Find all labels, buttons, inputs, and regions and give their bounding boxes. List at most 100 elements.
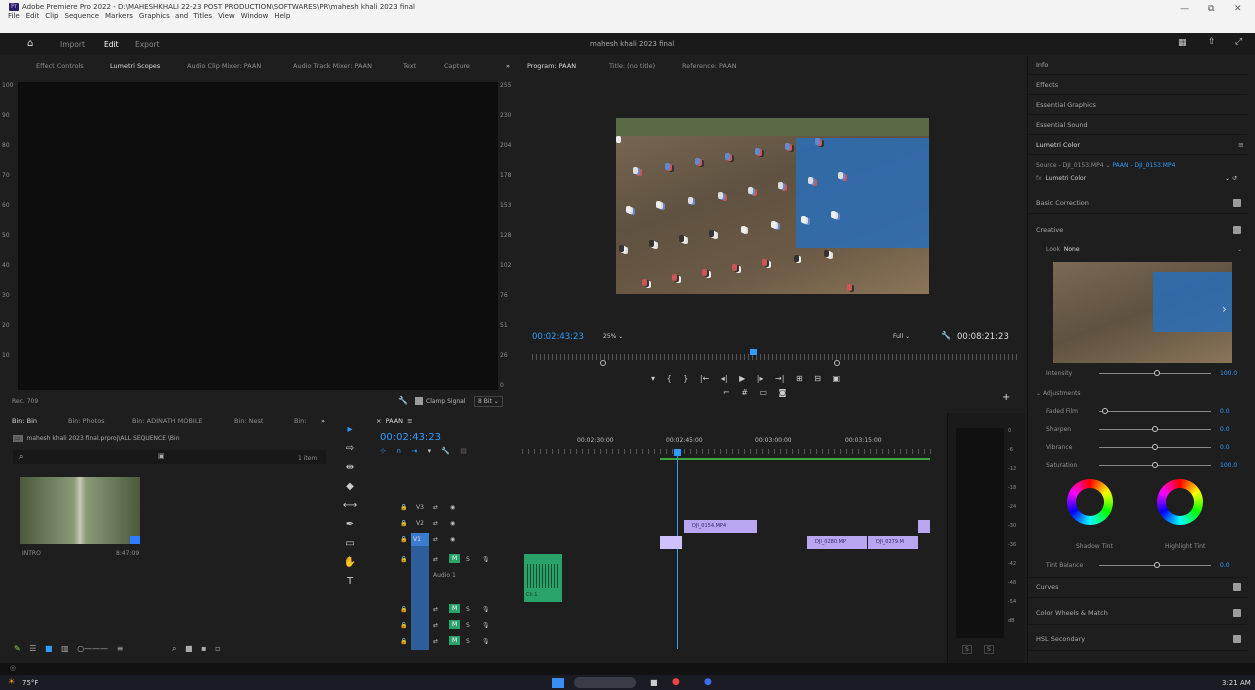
tab-bin-nest[interactable]: Bin: Nest (234, 417, 263, 425)
weather-temp[interactable]: 75°F (22, 679, 38, 687)
timeline-playhead-line[interactable] (677, 449, 678, 649)
task-view-icon[interactable]: ■ (650, 678, 658, 687)
basic-correction-checkbox[interactable] (1233, 199, 1241, 207)
new-bin-icon[interactable]: ▣ (158, 452, 165, 460)
insert-icon[interactable]: ⇥ (411, 447, 417, 455)
captions-icon[interactable]: ▤ (460, 447, 467, 455)
hsl-secondary-checkbox[interactable] (1233, 635, 1241, 643)
adj-knob-1[interactable] (1152, 426, 1158, 432)
adjustments-toggle[interactable]: ⌄ Adjustments (1036, 390, 1081, 397)
hand-tool-icon[interactable]: ✋ (342, 553, 358, 572)
more-bins-icon[interactable]: » (321, 417, 325, 425)
mic-icon[interactable]: 🎙 (482, 606, 490, 613)
sync-icon[interactable]: ⇄ (433, 536, 438, 543)
rectangle-tool-icon[interactable]: ▭ (342, 534, 358, 553)
timeline-playhead[interactable] (674, 449, 681, 456)
add-marker-icon[interactable]: ▾ (651, 374, 655, 383)
home-icon[interactable]: ⌂ (27, 38, 33, 49)
timeline-tab[interactable]: × PAAN ≡ (376, 417, 413, 425)
mic-icon[interactable]: 🎙 (482, 622, 490, 629)
adj-knob-3[interactable] (1152, 462, 1158, 468)
tint-balance-knob[interactable] (1154, 562, 1160, 568)
step-back-icon[interactable]: ◂| (721, 374, 728, 383)
intro-clip-thumbnail[interactable] (20, 477, 140, 544)
more-panels-icon[interactable]: » (506, 62, 510, 70)
trim-icon[interactable]: ⌐ (723, 388, 730, 397)
clip-v2-end[interactable] (918, 520, 930, 533)
adj-value-3[interactable]: 100.0 (1220, 462, 1237, 469)
go-to-out-icon[interactable]: →| (775, 374, 784, 383)
tab-effect-controls[interactable]: Effect Controls (36, 62, 84, 70)
quality-select[interactable]: Full ⌄ (893, 333, 910, 340)
extract-icon[interactable]: ⊟ (814, 374, 821, 383)
camera-icon[interactable]: ◙ (779, 388, 787, 397)
pen-tool-icon[interactable]: ✒ (342, 515, 358, 534)
maximize-icon[interactable]: ⧉ (1208, 4, 1214, 14)
panel-essential-sound[interactable]: Essential Sound (1029, 116, 1247, 135)
sync-icon[interactable]: ⇄ (433, 622, 438, 629)
mark-out-icon[interactable]: } (683, 374, 688, 383)
menu-item-file[interactable]: File (8, 12, 20, 20)
bit-depth-select[interactable]: 8 Bit ⌄ (474, 396, 503, 407)
tab-reference[interactable]: Reference: PAAN (682, 62, 736, 70)
zoom-slider-icon[interactable]: ○——— (77, 644, 108, 653)
nav-export[interactable]: Export (135, 40, 160, 49)
fullscreen-icon[interactable]: ⤢ (1235, 37, 1242, 47)
intensity-knob[interactable] (1154, 370, 1160, 376)
export-frame-icon[interactable]: ▣ (832, 374, 840, 383)
add-button-icon[interactable]: + (1002, 392, 1010, 403)
intro-clip-name[interactable]: INTRO (22, 550, 41, 557)
color-wheels-checkbox[interactable] (1233, 609, 1241, 617)
go-to-in-icon[interactable]: |← (700, 374, 709, 383)
menu-item-view[interactable]: View (218, 12, 235, 20)
look-select[interactable]: Look None ⌄ (1046, 246, 1242, 253)
tab-bin-photos[interactable]: Bin: Photos (68, 417, 105, 425)
step-forward-icon[interactable]: |▸ (757, 374, 764, 383)
highlight-tint-wheel[interactable] (1157, 479, 1203, 525)
adj-value-2[interactable]: 0.0 (1220, 444, 1230, 451)
eye-icon[interactable]: ◉ (450, 504, 455, 511)
lock-icon[interactable]: 🔒 (400, 638, 407, 645)
section-curves[interactable]: Curves (1029, 577, 1247, 598)
lock-icon[interactable]: 🔒 (400, 536, 407, 543)
nav-import[interactable]: Import (60, 40, 85, 49)
linked-icon[interactable]: ∩ (396, 447, 401, 455)
marker-icon[interactable]: ▾ (428, 447, 432, 455)
list-view-icon[interactable]: ☰ (29, 644, 36, 653)
settings-wrench-icon[interactable]: 🔧 (941, 331, 951, 340)
solo-button[interactable]: S (466, 556, 470, 563)
freeform-view-icon[interactable]: ▥ (61, 644, 69, 653)
mute-button[interactable]: M (449, 636, 461, 645)
clip-v1-dji0280[interactable]: DJI_0280.MP (807, 536, 867, 549)
panel-essential-graphics[interactable]: Essential Graphics (1029, 96, 1247, 115)
program-ruler[interactable] (532, 354, 1020, 360)
audio-clip-a1[interactable]: Ch 1 (524, 554, 562, 602)
mark-in-icon[interactable]: { (667, 374, 672, 383)
curves-checkbox[interactable] (1233, 583, 1241, 591)
share-icon[interactable]: ⇧ (1208, 37, 1216, 47)
timeline-settings-icon[interactable]: 🔧 (441, 447, 450, 455)
lock-icon[interactable]: 🔒 (400, 520, 407, 527)
close-icon[interactable]: ✕ (1234, 4, 1242, 14)
panel-effects[interactable]: Effects (1029, 76, 1247, 95)
solo-right-button[interactable]: S (984, 645, 994, 654)
panel-menu-icon[interactable]: ≡ (1238, 141, 1244, 149)
play-icon[interactable]: ▶ (739, 374, 745, 383)
new-bin-footer-icon[interactable]: ■ (185, 644, 193, 653)
tab-capture[interactable]: Capture (444, 62, 470, 70)
eye-icon[interactable]: ◉ (450, 520, 455, 527)
tab-bin-bin[interactable]: Bin: Bin (12, 417, 37, 425)
shadow-tint-wheel[interactable] (1067, 479, 1113, 525)
track-select-tool-icon[interactable]: ⇨ (342, 439, 358, 458)
menu-item-window[interactable]: Window (241, 12, 269, 20)
track-label-v3[interactable]: V3 (416, 504, 424, 511)
workspaces-icon[interactable]: ▦ (1178, 38, 1187, 48)
wrench-icon[interactable]: 🔧 (398, 396, 408, 405)
app-icon-2[interactable]: ● (704, 677, 712, 687)
snap-icon[interactable]: ⊹ (380, 447, 386, 455)
zoom-handle-right[interactable] (834, 360, 840, 366)
effect-select[interactable]: fx Lumetri Color ⌄ ↺ (1036, 175, 1241, 182)
type-tool-icon[interactable]: T (342, 572, 358, 591)
sync-icon[interactable]: ⇄ (433, 556, 438, 563)
timeline-ruler[interactable]: 00:02:30:00 00:02:45:00 00:03:00:00 00:03:1… (522, 437, 942, 457)
